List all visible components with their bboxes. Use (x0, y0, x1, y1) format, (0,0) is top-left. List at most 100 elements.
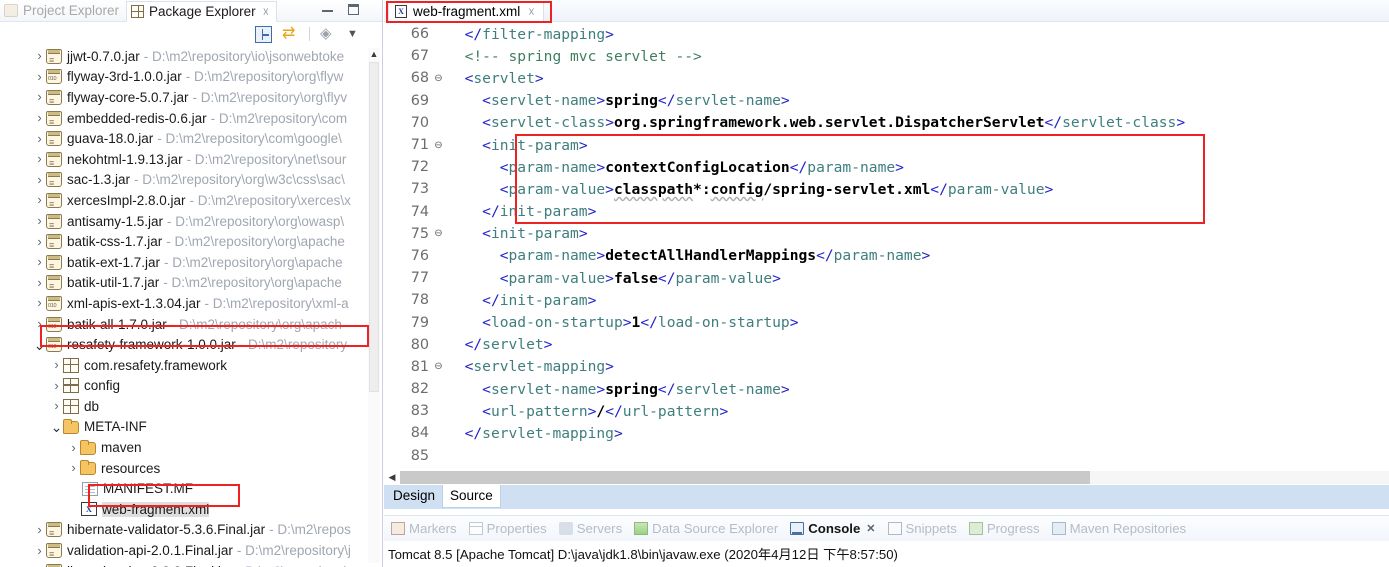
tree-row[interactable]: › flyway-core-5.0.7.jar- D:\m2\repository… (0, 87, 382, 108)
fold-collapse-icon[interactable]: ⊖ (432, 73, 445, 84)
bottom-tab-progress[interactable]: Progress (965, 521, 1048, 536)
tree-row[interactable]: ⌄ META-INF (0, 417, 382, 438)
chevron-right-icon[interactable]: › (50, 396, 63, 416)
bottom-tab-maven-repositories[interactable]: Maven Repositories (1048, 521, 1195, 536)
chevron-right-icon[interactable]: › (67, 458, 80, 478)
focus-on-active-task-icon[interactable]: ◈ (320, 25, 337, 43)
xml-source-editor[interactable]: 66 </filter-mapping> 67 <!-- spring mvc s… (384, 23, 1389, 470)
tree-row[interactable]: MANIFEST.MF (0, 478, 382, 499)
tree-row[interactable]: › nekohtml-1.9.13.jar- D:\m2\repository\n… (0, 149, 382, 170)
code-line[interactable]: 73 <param-value>classpath*:config/spring… (384, 178, 1389, 200)
bottom-tab-data-source-explorer[interactable]: Data Source Explorer (630, 521, 786, 536)
code-line[interactable]: 78 </init-param> (384, 289, 1389, 311)
chevron-right-icon[interactable]: › (33, 293, 46, 313)
chevron-right-icon[interactable]: › (33, 273, 46, 293)
tree-row[interactable]: › batik-css-1.7.jar- D:\m2\repository\org… (0, 231, 382, 252)
view-menu-icon[interactable]: ▼ (347, 26, 364, 43)
fold-collapse-icon[interactable]: ⊖ (432, 228, 445, 239)
code-line[interactable]: 83 <url-pattern>/</url-pattern> (384, 400, 1389, 422)
fold-collapse-icon[interactable]: ⊖ (432, 140, 445, 151)
chevron-right-icon[interactable]: › (33, 541, 46, 561)
chevron-right-icon[interactable]: › (33, 46, 46, 66)
editor-horizontal-scrollbar[interactable]: ◀ (384, 470, 1389, 484)
code-line[interactable]: 79 <load-on-startup>1</load-on-startup> (384, 311, 1389, 333)
code-line[interactable]: 81 ⊖ <servlet-mapping> (384, 356, 1389, 378)
chevron-right-icon[interactable]: › (33, 170, 46, 190)
fold-collapse-icon[interactable]: ⊖ (432, 361, 445, 372)
code-line[interactable]: 80 </servlet> (384, 334, 1389, 356)
chevron-right-icon[interactable]: › (33, 149, 46, 169)
tree-row[interactable]: › hibernate-validator-5.3.6.Final.jar- D:… (0, 520, 382, 541)
code-line[interactable]: 69 <servlet-name>spring</servlet-name> (384, 90, 1389, 112)
tab-design[interactable]: Design (386, 485, 442, 507)
chevron-right-icon[interactable]: › (50, 355, 63, 375)
scroll-up-icon[interactable]: ▲ (368, 48, 380, 60)
tree-row[interactable]: › batik-all-1.7.0.jar- D:\m2\repository\o… (0, 314, 382, 335)
tree-row[interactable]: › maven (0, 437, 382, 458)
code-line[interactable]: 85 (384, 445, 1389, 467)
chevron-right-icon[interactable]: › (67, 438, 80, 458)
chevron-right-icon[interactable]: › (33, 211, 46, 231)
code-line[interactable]: 70 <servlet-class>org.springframework.we… (384, 112, 1389, 134)
tree-row[interactable]: › antisamy-1.5.jar- D:\m2\repository\org\… (0, 211, 382, 232)
chevron-right-icon[interactable]: › (33, 252, 46, 272)
tree-row[interactable]: Xweb-fragment.xml (0, 499, 382, 520)
tree-row[interactable]: › flyway-3rd-1.0.0.jar- D:\m2\repository\… (0, 67, 382, 88)
hscroll-track[interactable] (400, 470, 1389, 484)
tree-row[interactable]: › embedded-redis-0.6.jar- D:\m2\repositor… (0, 108, 382, 129)
chevron-down-icon[interactable]: ⌄ (33, 338, 46, 352)
chevron-right-icon[interactable]: › (33, 129, 46, 149)
code-line[interactable]: 67 <!-- spring mvc servlet --> (384, 45, 1389, 67)
minimize-icon[interactable] (321, 3, 334, 16)
code-line[interactable]: 68 ⊖ <servlet> (384, 67, 1389, 89)
code-line[interactable]: 75 ⊖ <init-param> (384, 223, 1389, 245)
code-line[interactable]: 77 <param-value>false</param-value> (384, 267, 1389, 289)
tree-row[interactable]: › validation-api-2.0.1.Final.jar- D:\m2\r… (0, 540, 382, 561)
tab-project-explorer[interactable]: Project Explorer (0, 0, 126, 21)
code-line[interactable]: 66 </filter-mapping> (384, 23, 1389, 45)
code-line[interactable]: 71 ⊖ <init-param> (384, 134, 1389, 156)
package-explorer-tree[interactable]: › jjwt-0.7.0.jar- D:\m2\repository\io\jso… (0, 46, 382, 567)
chevron-right-icon[interactable]: › (33, 561, 46, 567)
link-with-editor-icon[interactable]: ⇄ (282, 25, 299, 43)
bottom-tab-snippets[interactable]: Snippets (884, 521, 965, 536)
close-icon[interactable]: ✕ (866, 522, 875, 535)
chevron-right-icon[interactable]: › (33, 190, 46, 210)
chevron-right-icon[interactable]: › (50, 376, 63, 396)
chevron-right-icon[interactable]: › (33, 67, 46, 87)
code-line[interactable]: 84 </servlet-mapping> (384, 422, 1389, 444)
chevron-right-icon[interactable]: › (33, 232, 46, 252)
tab-source[interactable]: Source (442, 485, 501, 508)
collapse-all-icon[interactable] (255, 25, 272, 43)
tab-package-explorer[interactable]: Package Explorer ☓ (126, 1, 277, 22)
code-line[interactable]: 72 <param-name>contextConfigLocation</pa… (384, 156, 1389, 178)
tree-row[interactable]: › guava-18.0.jar- D:\m2\repository\com\go… (0, 128, 382, 149)
close-icon[interactable]: ☓ (263, 5, 269, 19)
code-line[interactable]: 82 <servlet-name>spring</servlet-name> (384, 378, 1389, 400)
tree-row[interactable]: › resources (0, 458, 382, 479)
bottom-tab-markers[interactable]: Markers (387, 521, 465, 536)
code-line[interactable]: 74 </init-param> (384, 201, 1389, 223)
chevron-right-icon[interactable]: › (33, 87, 46, 107)
tree-row[interactable]: › xercesImpl-2.8.0.jar- D:\m2\repository\… (0, 190, 382, 211)
scrollbar-thumb[interactable] (369, 62, 379, 392)
tree-row[interactable]: › jboss-logging-3.3.2.Final.jar - D:\m2\re… (0, 561, 382, 567)
tree-row[interactable]: › com.resafety.framework (0, 355, 382, 376)
chevron-right-icon[interactable]: › (33, 314, 46, 334)
tree-row[interactable]: › jjwt-0.7.0.jar- D:\m2\repository\io\jso… (0, 46, 382, 67)
tree-row[interactable]: ⌄ resafety-framework-1.0.0.jar- D:\m2\rep… (0, 334, 382, 355)
chevron-right-icon[interactable]: › (33, 108, 46, 128)
tree-row[interactable]: › config (0, 376, 382, 397)
chevron-down-icon[interactable]: ⌄ (50, 420, 63, 434)
bottom-tab-properties[interactable]: Properties (465, 521, 555, 536)
maximize-icon[interactable] (347, 3, 360, 16)
tree-row[interactable]: › batik-ext-1.7.jar- D:\m2\repository\org… (0, 252, 382, 273)
tab-web-fragment-xml[interactable]: X web-fragment.xml ☓ (388, 1, 544, 22)
chevron-right-icon[interactable]: › (33, 520, 46, 540)
tree-row[interactable]: › sac-1.3.jar- D:\m2\repository\org\w3c\c… (0, 170, 382, 191)
code-line[interactable]: 76 <param-name>detectAllHandlerMappings<… (384, 245, 1389, 267)
bottom-tab-servers[interactable]: Servers (555, 521, 630, 536)
bottom-tab-console[interactable]: Console ✕ (786, 521, 883, 536)
tree-row[interactable]: › xml-apis-ext-1.3.04.jar- D:\m2\reposito… (0, 293, 382, 314)
tree-row[interactable]: › batik-util-1.7.jar- D:\m2\repository\or… (0, 273, 382, 294)
